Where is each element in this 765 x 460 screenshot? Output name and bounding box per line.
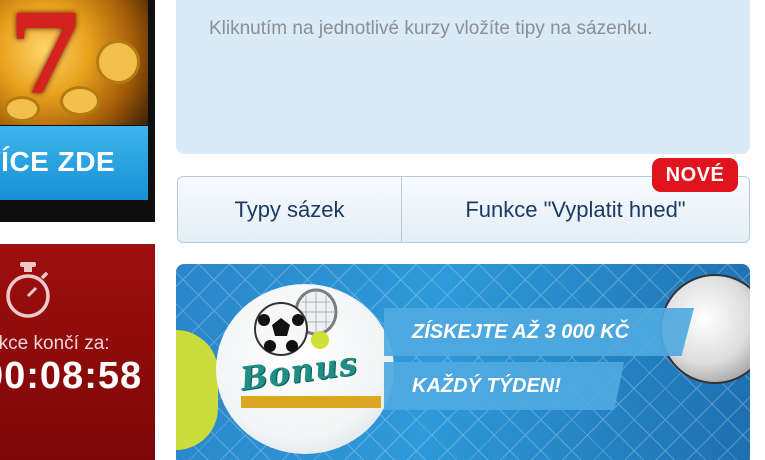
bonus-logo-ribbon [241,396,381,408]
countdown-label: Akce končí za: [0,333,110,354]
bonus-headline: ZÍSKEJTE AŽ 3 000 KČ [412,321,630,343]
soccer-ball-icon [254,302,308,356]
info-text: Kliknutím na jednotlivé kurzy vložíte ti… [209,18,653,39]
slot-promo-banner[interactable]: 7 VÍCE ZDE [0,0,155,222]
slot-promo-image: 7 [0,0,148,125]
coin-icon [60,86,100,116]
bonus-ribbon: ZÍSKEJTE AŽ 3 000 KČ KAŽDÝ TÝDEN! [384,304,694,416]
more-here-button[interactable]: VÍCE ZDE [0,126,148,200]
coin-icon [4,96,40,122]
bonus-subline: KAŽDÝ TÝDEN! [412,375,561,397]
stopwatch-icon [6,262,50,318]
new-badge: NOVÉ [652,158,738,192]
coin-icon [96,40,140,84]
countdown-value: 00:08:58 [0,355,143,397]
tab-bet-types[interactable]: Typy sázek [178,177,402,242]
